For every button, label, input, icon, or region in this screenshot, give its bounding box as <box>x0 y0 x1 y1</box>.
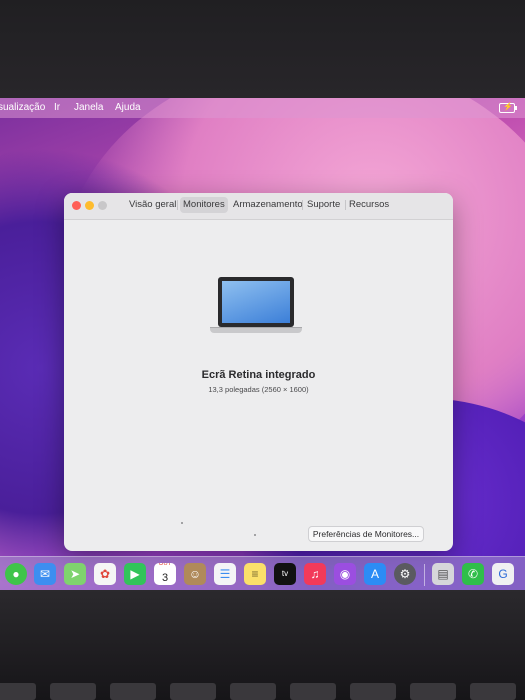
minimize-window-button[interactable] <box>85 201 94 210</box>
dust-speck <box>254 534 256 536</box>
calendar-day: 3 <box>161 572 169 584</box>
menu-view[interactable]: sualização <box>0 102 45 113</box>
laptop-display <box>222 281 290 323</box>
notes-icon[interactable]: ≡ <box>244 563 266 585</box>
display-spec: 13,3 polegadas (2560 × 1600) <box>208 385 309 394</box>
calendar-icon[interactable]: OUT 3 <box>154 563 176 585</box>
display-preferences-button[interactable]: Preferências de Monitores... <box>308 526 424 542</box>
tab-support[interactable]: Suporte <box>304 197 343 213</box>
contacts-icon[interactable]: ☺ <box>184 563 206 585</box>
dock-separator <box>424 564 425 586</box>
keyboard-key <box>470 683 516 700</box>
macbook-icon <box>210 277 306 337</box>
keyboard-row <box>0 683 525 700</box>
keyboard-key <box>290 683 336 700</box>
keyboard-key <box>110 683 156 700</box>
keyboard-key <box>410 683 456 700</box>
maps-icon[interactable]: ➤ <box>64 563 86 585</box>
zoom-window-button[interactable] <box>98 201 107 210</box>
laptop-base <box>210 327 302 333</box>
whatsapp-icon[interactable]: ✆ <box>462 563 484 585</box>
keyboard-key <box>0 683 36 700</box>
battery-icon[interactable]: ⚡ <box>499 102 517 113</box>
tab-overview[interactable]: Visão geral <box>126 197 179 213</box>
keyboard-key <box>350 683 396 700</box>
laptop-bezel-bottom <box>0 590 525 700</box>
tab-separator <box>302 200 303 210</box>
tab-separator <box>177 200 178 210</box>
display-name: Ecrã Retina integrado <box>201 369 316 381</box>
appletv-icon[interactable]: tv <box>274 563 296 585</box>
podcasts-icon[interactable]: ◉ <box>334 563 356 585</box>
appstore-icon[interactable]: A <box>364 563 386 585</box>
reminders-icon[interactable]: ☰ <box>214 563 236 585</box>
window-titlebar[interactable]: Visão geral Monitores Armazenamento Supo… <box>64 193 453 220</box>
messages-icon[interactable]: ● <box>5 563 27 585</box>
keyboard-key <box>50 683 96 700</box>
close-window-button[interactable] <box>72 201 81 210</box>
about-this-mac-window: Visão geral Monitores Armazenamento Supo… <box>64 193 453 551</box>
keyboard-key <box>230 683 276 700</box>
tab-displays[interactable]: Monitores <box>180 197 228 213</box>
tab-resources[interactable]: Recursos <box>346 197 392 213</box>
tab-storage[interactable]: Armazenamento <box>230 197 306 213</box>
photos-icon[interactable]: ✿ <box>94 563 116 585</box>
dock: ● ✉ ➤ ✿ ▶ OUT 3 ☺ ☰ ≡ tv ♫ ◉ A ⚙ ▤ ✆ G <box>0 556 525 590</box>
menu-window[interactable]: Janela <box>74 102 103 113</box>
music-icon[interactable]: ♫ <box>304 563 326 585</box>
menu-go[interactable]: Ir <box>54 102 60 113</box>
screen: sualização Ir Janela Ajuda ⚡ Visão geral… <box>0 98 525 590</box>
mail-icon[interactable]: ✉ <box>34 563 56 585</box>
laptop-bezel-top <box>0 0 525 98</box>
dust-speck <box>181 522 183 524</box>
facetime-icon[interactable]: ▶ <box>124 563 146 585</box>
extra-app-icon[interactable]: G <box>492 563 514 585</box>
keyboard-key <box>170 683 216 700</box>
laptop-screen-frame <box>218 277 294 327</box>
menu-help[interactable]: Ajuda <box>115 102 141 113</box>
system-preferences-icon[interactable]: ⚙ <box>394 563 416 585</box>
preview-icon[interactable]: ▤ <box>432 563 454 585</box>
menu-bar: sualização Ir Janela Ajuda ⚡ <box>0 98 525 118</box>
